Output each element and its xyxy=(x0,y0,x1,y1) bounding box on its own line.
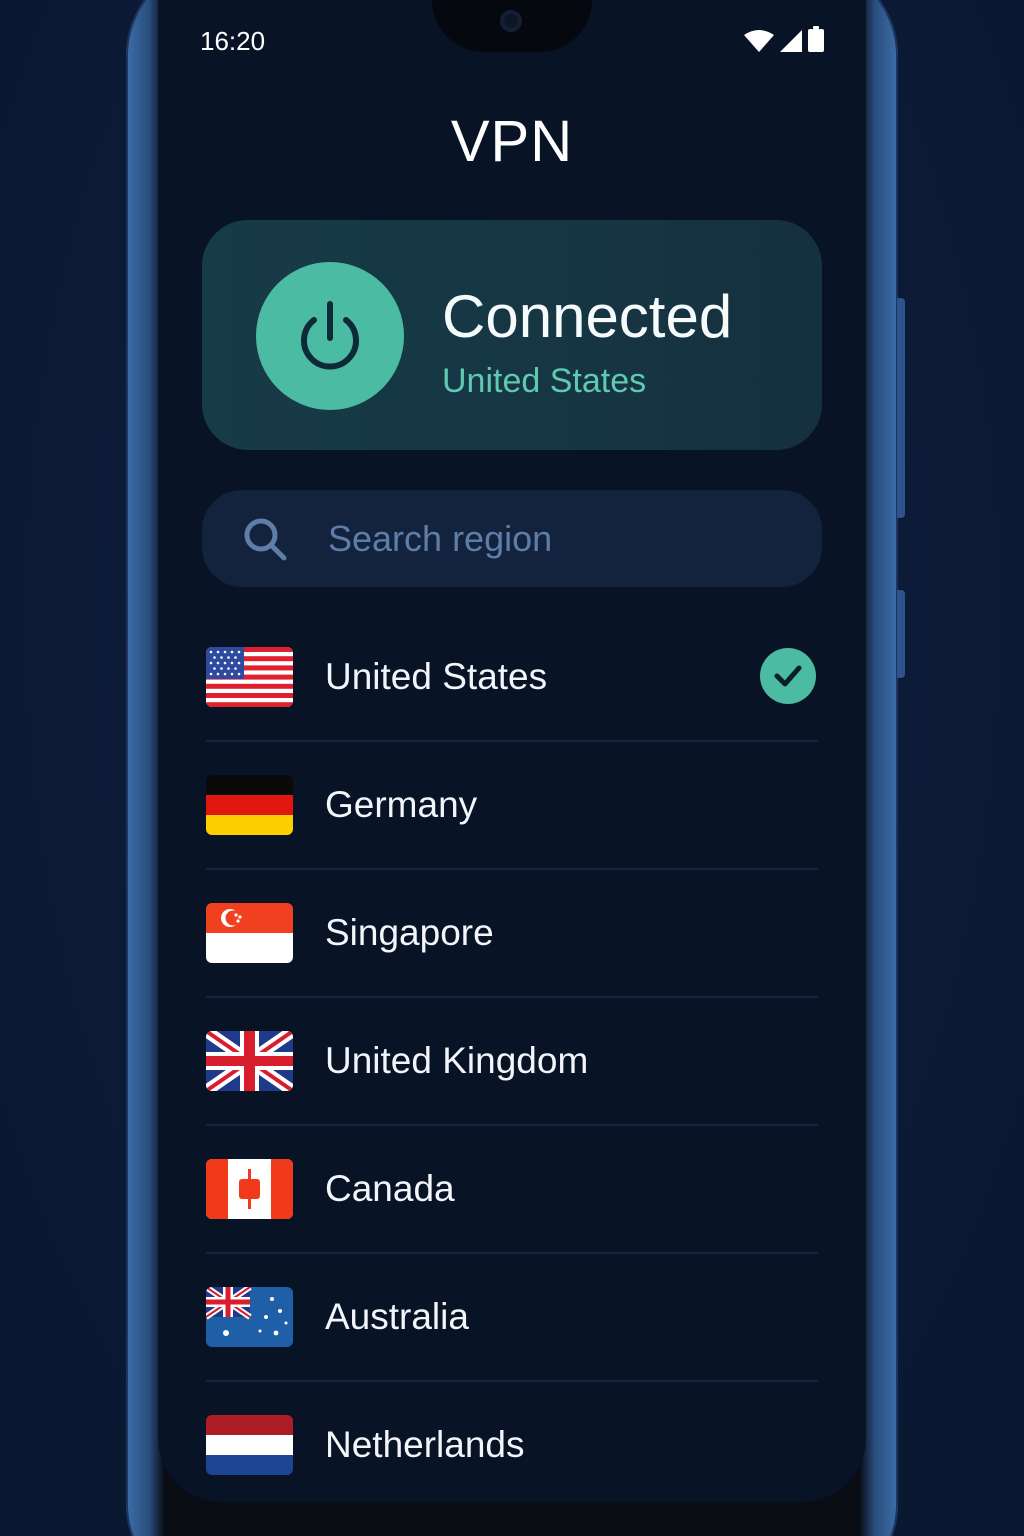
connected-region-label: United States xyxy=(442,362,647,400)
power-toggle-button[interactable] xyxy=(256,262,404,410)
connection-status-label: Connected xyxy=(442,283,733,350)
region-item-netherlands[interactable]: Netherlands xyxy=(206,1382,818,1508)
connection-status-card: Connected United States xyxy=(202,220,822,450)
region-name: United Kingdom xyxy=(325,1040,589,1081)
region-item-united-states[interactable]: United States xyxy=(206,614,818,742)
canada-flag-icon xyxy=(206,1159,293,1219)
australia-flag-icon xyxy=(206,1287,293,1347)
netherlands-flag-icon xyxy=(206,1415,293,1475)
region-name: Germany xyxy=(325,784,478,825)
region-item-australia[interactable]: Australia xyxy=(206,1254,818,1382)
region-item-germany[interactable]: Germany xyxy=(206,742,818,870)
search-bar[interactable] xyxy=(202,490,822,587)
germany-flag-icon xyxy=(206,775,293,835)
region-name: Singapore xyxy=(325,912,494,953)
singapore-flag-icon xyxy=(206,903,293,963)
region-name: Canada xyxy=(325,1168,455,1209)
cellular-signal-icon xyxy=(780,30,802,52)
status-icons xyxy=(744,26,824,52)
region-name: Australia xyxy=(325,1296,469,1337)
region-item-singapore[interactable]: Singapore xyxy=(206,870,818,998)
selected-check-icon xyxy=(760,648,816,704)
region-item-united-kingdom[interactable]: United Kingdom xyxy=(206,998,818,1126)
status-time: 16:20 xyxy=(200,26,266,56)
app-stage: 16:20 VPN Connected United States Search… xyxy=(0,0,1024,1536)
region-name: Netherlands xyxy=(325,1424,525,1465)
front-camera xyxy=(500,10,522,32)
power-side-button xyxy=(897,590,905,678)
region-list: United States Germany Singapore United K… xyxy=(206,614,818,1508)
us-flag-icon xyxy=(206,647,293,707)
volume-button xyxy=(897,298,905,518)
battery-icon xyxy=(808,26,824,52)
region-item-canada[interactable]: Canada xyxy=(206,1126,818,1254)
search-input[interactable] xyxy=(328,490,788,587)
wifi-icon xyxy=(744,30,774,52)
page-title: VPN xyxy=(450,109,574,174)
region-name: United States xyxy=(325,656,548,697)
search-icon xyxy=(244,518,287,561)
power-icon xyxy=(301,301,359,370)
uk-flag-icon xyxy=(206,1031,293,1091)
